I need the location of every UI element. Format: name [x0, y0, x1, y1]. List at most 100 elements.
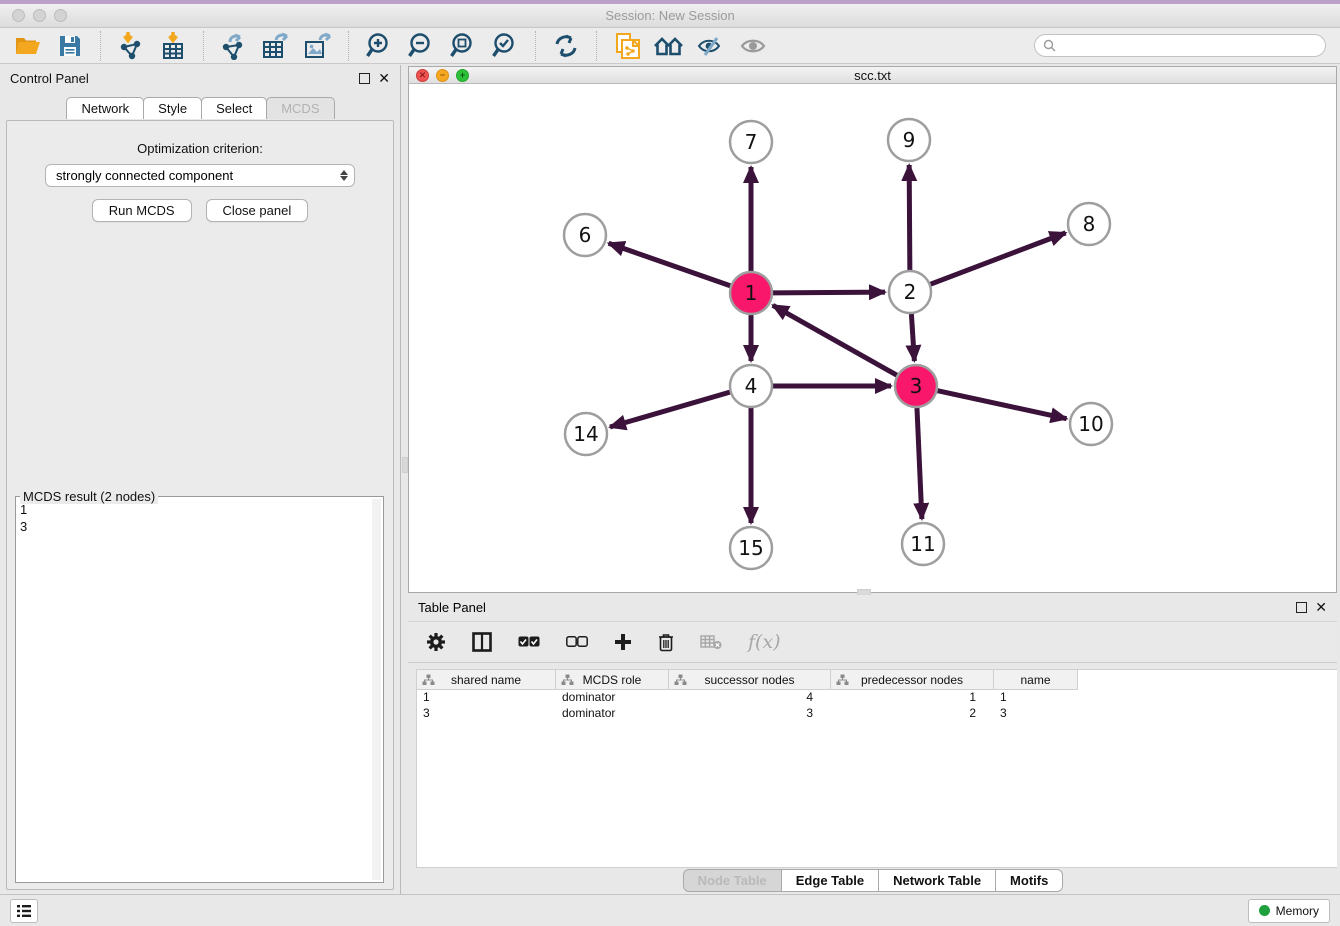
table-settings-button[interactable] — [426, 632, 446, 652]
control-panel-header: Control Panel ✕ — [0, 65, 400, 91]
zoom-fit-button[interactable] — [445, 30, 481, 62]
function-builder-button[interactable]: f(x) — [748, 631, 781, 653]
search-area — [1034, 34, 1326, 57]
eye-slash-icon — [697, 34, 725, 58]
cell-successor-nodes[interactable]: 4 — [669, 690, 831, 706]
delete-column-button[interactable] — [658, 633, 674, 652]
column-header-predecessor-nodes[interactable]: predecessor nodes — [831, 670, 994, 690]
column-label: successor nodes — [669, 673, 830, 687]
copy-network-button[interactable] — [609, 30, 645, 62]
cell-predecessor-nodes[interactable]: 2 — [831, 706, 994, 722]
graph-node-label-11: 11 — [910, 532, 935, 556]
toolbar-separator — [203, 31, 204, 61]
graph-node-label-2: 2 — [904, 280, 917, 304]
export-image-icon — [304, 32, 332, 60]
tab-node-table[interactable]: Node Table — [683, 869, 782, 892]
open-session-button[interactable] — [10, 30, 46, 62]
import-table-button[interactable] — [155, 30, 191, 62]
tab-edge-table[interactable]: Edge Table — [781, 869, 879, 892]
column-header-shared-name[interactable]: shared name — [417, 670, 556, 690]
export-image-button[interactable] — [300, 30, 336, 62]
cell-MCDS-role[interactable]: dominator — [556, 706, 669, 722]
tab-style[interactable]: Style — [143, 97, 202, 119]
tab-network-table[interactable]: Network Table — [878, 869, 996, 892]
zoom-selected-button[interactable] — [487, 30, 523, 62]
vertical-splitter[interactable] — [400, 65, 408, 894]
graph-node-label-3: 3 — [910, 374, 923, 398]
tab-mcds[interactable]: MCDS — [266, 97, 334, 119]
memory-button[interactable]: Memory — [1248, 899, 1330, 923]
window-title: Session: New Session — [0, 8, 1340, 23]
table-row-1[interactable]: 3dominator323 — [417, 706, 1337, 722]
control-panel-title: Control Panel — [10, 71, 89, 86]
mcds-result-list[interactable]: 1 3 — [20, 501, 371, 880]
status-bar: Memory — [0, 894, 1340, 926]
refresh-icon — [553, 33, 579, 59]
table-row-0[interactable]: 1dominator411 — [417, 690, 1337, 706]
graph-edge-1-2[interactable] — [773, 292, 885, 293]
columns-icon — [472, 632, 492, 652]
cell-shared-name[interactable]: 1 — [417, 690, 556, 706]
cell-MCDS-role[interactable]: dominator — [556, 690, 669, 706]
cell-predecessor-nodes[interactable]: 1 — [831, 690, 994, 706]
graph-edge-4-14[interactable] — [610, 392, 730, 427]
tab-select[interactable]: Select — [201, 97, 267, 119]
tab-motifs[interactable]: Motifs — [995, 869, 1063, 892]
close-table-panel-icon[interactable]: ✕ — [1315, 602, 1327, 613]
zoom-out-button[interactable] — [403, 30, 439, 62]
graph-edge-2-3[interactable] — [911, 314, 914, 361]
graph-edge-3-11[interactable] — [917, 408, 922, 519]
dropdown-value: strongly connected component — [56, 168, 233, 183]
import-network-button[interactable] — [113, 30, 149, 62]
graph-edge-3-10[interactable] — [937, 391, 1066, 419]
export-table-button[interactable] — [258, 30, 294, 62]
graph-edge-3-1[interactable] — [773, 305, 897, 375]
graph-node-label-8: 8 — [1083, 212, 1096, 236]
export-network-icon — [220, 32, 248, 60]
tab-network[interactable]: Network — [66, 97, 144, 119]
zoom-in-button[interactable] — [361, 30, 397, 62]
plus-icon — [614, 633, 632, 651]
toolbar-separator — [100, 31, 101, 61]
apply-layout-button[interactable] — [548, 30, 584, 62]
import-network-icon — [118, 32, 144, 60]
cell-shared-name[interactable]: 3 — [417, 706, 556, 722]
close-panel-button[interactable]: Close panel — [206, 199, 309, 222]
task-history-button[interactable] — [10, 899, 38, 923]
table-panel: Table Panel ✕ — [408, 595, 1337, 894]
close-panel-icon[interactable]: ✕ — [378, 73, 390, 84]
run-mcds-button[interactable]: Run MCDS — [92, 199, 192, 222]
float-panel-icon[interactable] — [359, 73, 370, 84]
network-canvas[interactable]: 7968124314101511 — [409, 84, 1336, 592]
cell-successor-nodes[interactable]: 3 — [669, 706, 831, 722]
export-network-button[interactable] — [216, 30, 252, 62]
hide-details-button[interactable] — [693, 30, 729, 62]
network-graph[interactable]: 7968124314101511 — [409, 84, 1336, 587]
graph-edge-1-6[interactable] — [609, 243, 731, 285]
show-details-button[interactable] — [735, 30, 771, 62]
create-column-button[interactable] — [614, 633, 632, 651]
show-columns-button[interactable] — [472, 632, 492, 652]
export-table-icon — [262, 32, 290, 60]
column-header-name[interactable]: name — [994, 670, 1078, 690]
select-all-button[interactable] — [518, 636, 540, 648]
cell-name[interactable]: 3 — [994, 706, 1078, 722]
deselect-all-button[interactable] — [566, 636, 588, 648]
show-all-networks-button[interactable] — [651, 30, 687, 62]
table-toolbar: f(x) — [408, 621, 1337, 663]
cell-name[interactable]: 1 — [994, 690, 1078, 706]
float-table-panel-icon[interactable] — [1296, 602, 1307, 613]
result-scrollbar[interactable] — [372, 499, 381, 880]
search-field[interactable] — [1034, 34, 1326, 57]
search-input[interactable] — [1061, 39, 1317, 53]
column-header-successor-nodes[interactable]: successor nodes — [669, 670, 831, 690]
search-icon — [1043, 39, 1056, 52]
eye-icon — [739, 34, 767, 58]
delete-table-button[interactable] — [700, 634, 722, 650]
save-session-button[interactable] — [52, 30, 88, 62]
column-header-MCDS-role[interactable]: MCDS role — [556, 670, 669, 690]
graph-edge-2-9[interactable] — [909, 165, 910, 270]
tree-icon — [836, 674, 849, 689]
graph-edge-2-8[interactable] — [931, 233, 1066, 284]
optimization-criterion-dropdown[interactable]: strongly connected component — [45, 164, 355, 187]
